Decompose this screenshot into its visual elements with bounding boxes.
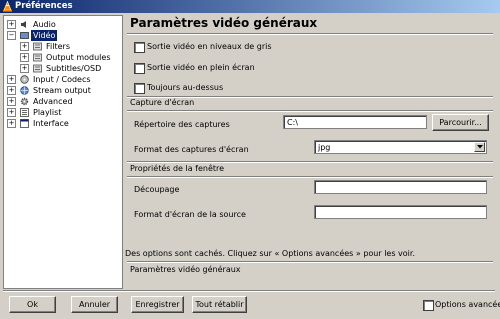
capture-dir-input[interactable]: C:\ [283, 115, 427, 129]
bottom-divider [3, 290, 495, 292]
expand-icon[interactable]: + [7, 75, 16, 84]
tree-item-label: Advanced [33, 97, 73, 106]
tree-item-subtitles-osd[interactable]: + Subtitles/OSD [4, 63, 122, 74]
expand-icon[interactable]: + [7, 108, 16, 117]
advanced-options-checkbox[interactable] [423, 300, 434, 311]
hidden-options-notice: Des options sont cachés. Cliquez sur « O… [125, 249, 415, 258]
grayscale-label: Sortie vidéo en niveaux de gris [147, 42, 272, 51]
grayscale-checkbox[interactable] [134, 42, 145, 53]
expand-icon[interactable]: + [7, 97, 16, 106]
tree-item-label: Vidéo [31, 30, 58, 41]
tree-item-label: Subtitles/OSD [46, 64, 102, 73]
input-codecs-icon [20, 75, 29, 84]
category-tree[interactable]: + Audio − Vidéo + Filters + Output modul… [3, 15, 123, 289]
tree-item-label: Input / Codecs [33, 75, 91, 84]
tree-item-video[interactable]: − Vidéo [4, 30, 122, 41]
cancel-button[interactable]: Annuler [71, 296, 118, 313]
panel-title: Paramètres vidéo généraux [130, 16, 318, 30]
audio-icon [21, 21, 26, 28]
capture-format-value: jpg [318, 143, 331, 152]
aspect-ratio-label: Format d'écran de la source [134, 210, 246, 219]
capture-section-title: Capture d'écran [130, 98, 195, 107]
video-icon [20, 32, 29, 39]
dropdown-button[interactable] [474, 142, 485, 152]
filters-icon [33, 42, 42, 51]
footer-divider [127, 261, 493, 263]
tree-item-playlist[interactable]: + Playlist [4, 107, 122, 118]
window-divider [127, 161, 493, 163]
window-section-divider [127, 176, 493, 178]
capture-dir-label: Répertoire des captures [134, 120, 230, 129]
expand-icon[interactable]: + [7, 119, 16, 128]
expand-icon[interactable]: + [20, 64, 29, 73]
expand-icon[interactable]: + [7, 20, 16, 29]
expand-icon[interactable]: + [20, 53, 29, 62]
chevron-down-icon [477, 145, 483, 149]
tree-item-label: Audio [33, 20, 56, 29]
fullscreen-checkbox[interactable] [134, 63, 145, 74]
window-title: Préférences [15, 1, 73, 11]
always-on-top-label: Toujours au-dessus [147, 83, 224, 92]
tree-item-audio[interactable]: + Audio [4, 19, 122, 30]
output-modules-icon [33, 53, 42, 62]
tree-item-label: Stream output [33, 86, 91, 95]
capture-format-label: Format des captures d'écran [134, 145, 249, 154]
crop-input[interactable] [314, 180, 487, 194]
capture-format-select[interactable]: jpg [314, 140, 487, 154]
title-divider [127, 33, 493, 35]
footer-title: Paramètres vidéo généraux [130, 265, 241, 274]
reset-all-button[interactable]: Tout rétablir [192, 296, 247, 313]
tree-item-interface[interactable]: + Interface [4, 118, 122, 129]
tree-item-stream-output[interactable]: + Stream output [4, 85, 122, 96]
advanced-icon [20, 97, 29, 106]
tree-item-label: Output modules [46, 53, 111, 62]
expand-icon[interactable]: + [20, 42, 29, 51]
aspect-ratio-input[interactable] [314, 205, 487, 219]
title-bar[interactable]: Préférences [0, 0, 500, 13]
tree-item-label: Interface [33, 119, 69, 128]
settings-panel: Paramètres vidéo généraux Sortie vidéo e… [125, 15, 495, 289]
save-button[interactable]: Enregistrer [131, 296, 184, 313]
collapse-icon[interactable]: − [7, 31, 16, 40]
subtitles-icon [33, 64, 42, 73]
fullscreen-label: Sortie vidéo en plein écran [147, 63, 255, 72]
advanced-options-label: Options avancées [435, 300, 500, 309]
tree-item-label: Filters [46, 42, 70, 51]
window-section-title: Propriétés de la fenêtre [130, 164, 225, 173]
vlc-cone-icon [3, 1, 12, 12]
tree-item-output-modules[interactable]: + Output modules [4, 52, 122, 63]
ok-button[interactable]: Ok [9, 296, 56, 313]
tree-item-label: Playlist [33, 108, 62, 117]
expand-icon[interactable]: + [7, 86, 16, 95]
always-on-top-checkbox[interactable] [134, 83, 145, 94]
capture-section-divider [127, 110, 493, 112]
crop-label: Découpage [134, 185, 180, 194]
tree-item-advanced[interactable]: + Advanced [4, 96, 122, 107]
playlist-icon [20, 108, 29, 117]
tree-item-input-codecs[interactable]: + Input / Codecs [4, 74, 122, 85]
stream-output-icon [20, 86, 29, 95]
browse-button[interactable]: Parcourir... [432, 114, 489, 131]
tree-item-filters[interactable]: + Filters [4, 41, 122, 52]
interface-icon [20, 119, 29, 128]
